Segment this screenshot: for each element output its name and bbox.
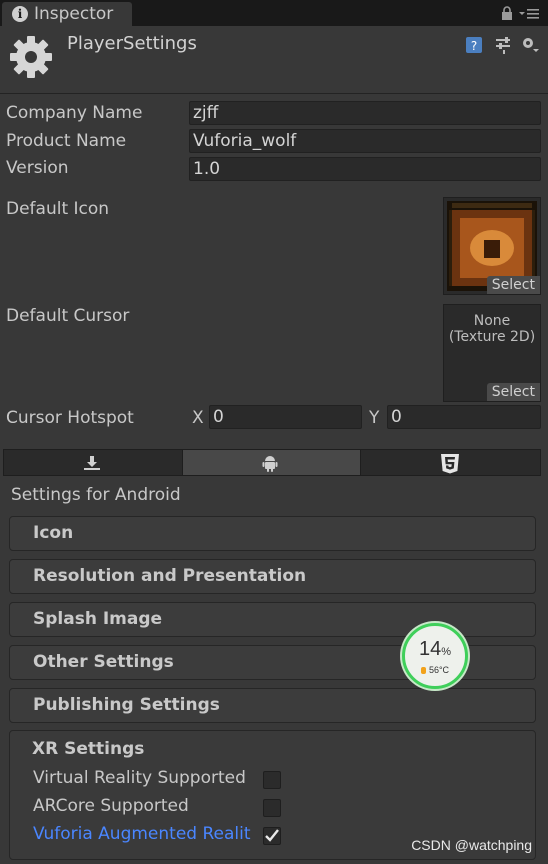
default-icon-select-button[interactable]: Select [486,276,540,294]
lock-icon[interactable] [501,6,513,20]
gear-menu-icon[interactable] [520,35,540,55]
section-icon[interactable]: Icon [9,516,536,551]
section-icon-title: Icon [33,523,74,543]
vuforia-supported-label: Vuforia Augmented Realit [33,824,251,844]
tab-inspector[interactable]: i Inspector [2,2,132,26]
hotspot-x-label: X [192,408,204,428]
help-book-icon[interactable]: ? [464,35,484,55]
default-cursor-value: None (Texture 2D) [444,313,540,345]
company-name-field[interactable]: zjff [189,101,541,125]
svg-text:?: ? [471,39,477,53]
default-cursor-label: Default Cursor [6,306,130,326]
section-publishing-settings-title: Publishing Settings [33,695,220,715]
settings-for-platform-label: Settings for Android [11,485,181,505]
hotspot-y-label: Y [369,408,380,428]
info-icon: i [12,6,28,22]
overlay-temperature-value: 56°C [428,665,450,675]
default-cursor-slot[interactable]: None (Texture 2D) Select [443,304,541,402]
download-icon [84,456,100,470]
android-icon [262,456,278,472]
checkmark-icon [265,829,279,842]
html5-icon [441,454,459,474]
arcore-supported-checkbox[interactable] [263,799,281,817]
tab-platform-standalone[interactable] [3,449,183,476]
context-menu-icon[interactable] [518,6,540,20]
vr-supported-checkbox[interactable] [263,771,281,789]
system-monitor-overlay[interactable]: 14% 56°C [402,623,468,689]
section-resolution-presentation[interactable]: Resolution and Presentation [9,559,536,594]
overlay-percent-value: 14 [418,638,442,660]
default-icon-slot[interactable]: Select [443,197,541,295]
overlay-percent: 14% [405,638,465,661]
section-other-settings-title: Other Settings [33,652,174,672]
thermometer-icon [420,667,426,674]
default-icon-label: Default Icon [6,199,110,219]
version-label: Version [6,158,69,178]
tab-platform-webgl[interactable] [360,449,541,476]
company-name-label: Company Name [6,103,143,123]
product-name-field[interactable]: Vuforia_wolf [189,129,541,153]
section-splash-image-title: Splash Image [33,609,163,629]
version-field[interactable]: 1.0 [189,157,541,181]
tab-platform-android[interactable] [182,449,361,476]
arcore-supported-label: ARCore Supported [33,796,189,816]
default-cursor-select-button[interactable]: Select [486,383,540,401]
hotspot-y-field[interactable]: 0 [387,405,541,429]
product-name-label: Product Name [6,131,127,151]
overlay-temperature: 56°C [405,665,465,675]
tab-inspector-label: Inspector [34,4,114,24]
hotspot-x-field[interactable]: 0 [209,405,362,429]
overlay-percent-unit: % [441,646,452,658]
section-publishing-settings[interactable]: Publishing Settings [9,688,536,723]
section-resolution-presentation-title: Resolution and Presentation [33,566,307,586]
vuforia-supported-checkbox[interactable] [263,827,281,845]
header-divider [0,93,548,94]
preset-sliders-icon[interactable] [493,35,513,55]
default-cursor-value-line1: None [473,313,511,329]
vr-supported-label: Virtual Reality Supported [33,768,246,788]
watermark-text: CSDN @watchping [411,837,532,853]
default-cursor-value-line2: (Texture 2D) [448,329,536,345]
section-xr-settings-title[interactable]: XR Settings [32,739,144,759]
page-title: PlayerSettings [67,33,197,54]
cursor-hotspot-label: Cursor Hotspot [6,408,134,428]
settings-gear-icon [10,36,52,78]
